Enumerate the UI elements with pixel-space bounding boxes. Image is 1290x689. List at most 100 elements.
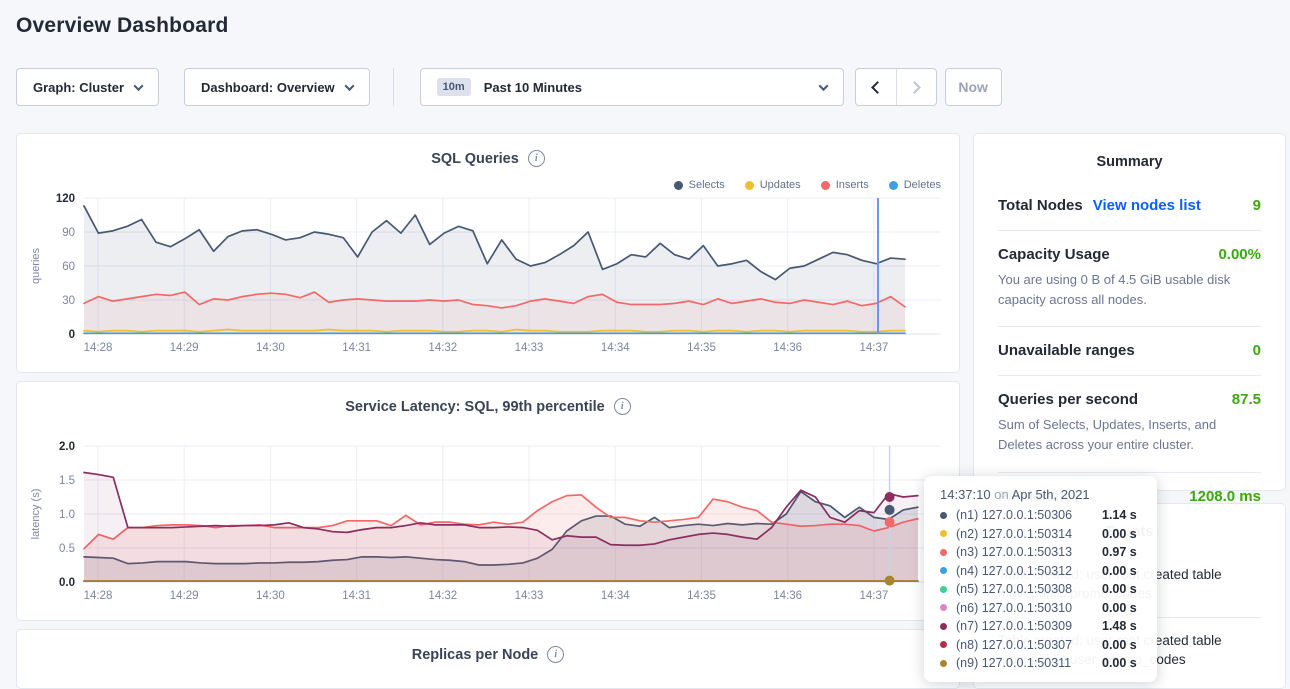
tooltip-node-value: 0.00 s [1102, 527, 1137, 541]
svg-text:0: 0 [69, 329, 75, 341]
tooltip-node-label: (n2) 127.0.0.1:50314 [956, 527, 1102, 541]
tooltip-node-value: 0.00 s [1102, 564, 1137, 578]
svg-text:14:35: 14:35 [687, 342, 716, 354]
svg-text:14:28: 14:28 [84, 342, 113, 354]
tooltip-node-row: (n1) 127.0.0.1:503061.14 s [940, 508, 1141, 522]
controls-bar: Graph: Cluster Dashboard: Overview 10m P… [16, 68, 1002, 106]
node-color-dot [940, 567, 947, 574]
charts-column: SQL Queries i SelectsUpdatesInsertsDelet… [16, 133, 960, 689]
svg-text:0.5: 0.5 [59, 543, 75, 555]
summary-value: 87.5 [1232, 391, 1261, 408]
tooltip-node-value: 0.97 s [1102, 545, 1137, 559]
tooltip-node-row: (n9) 127.0.0.1:503110.00 s [940, 656, 1141, 670]
summary-row: Queries per second87.5Sum of Selects, Up… [998, 376, 1261, 472]
node-color-dot [940, 641, 947, 648]
previous-range-button[interactable] [856, 69, 896, 105]
svg-text:1.0: 1.0 [59, 509, 75, 521]
tooltip-node-label: (n9) 127.0.0.1:50311 [956, 656, 1102, 670]
svg-text:1.5: 1.5 [59, 475, 75, 487]
svg-text:14:33: 14:33 [515, 342, 544, 354]
view-nodes-link[interactable]: View nodes list [1093, 197, 1201, 214]
summary-label: Total Nodes [998, 197, 1083, 214]
svg-text:60: 60 [62, 261, 75, 273]
tooltip-node-value: 0.00 s [1102, 656, 1137, 670]
tooltip-timestamp: 14:37:10 on Apr 5th, 2021 [940, 487, 1141, 502]
svg-text:0.0: 0.0 [59, 577, 75, 589]
time-range-badge: 10m [437, 78, 471, 96]
svg-text:14:32: 14:32 [428, 342, 457, 354]
summary-row: Total NodesView nodes list9 [998, 182, 1261, 231]
summary-row: Unavailable ranges0 [998, 327, 1261, 376]
summary-panel: Summary Total NodesView nodes list9Capac… [973, 133, 1286, 491]
tooltip-node-label: (n8) 127.0.0.1:50307 [956, 638, 1102, 652]
summary-description: You are using 0 B of 4.5 GiB usable disk… [998, 270, 1261, 310]
sql-queries-panel: SQL Queries i SelectsUpdatesInsertsDelet… [16, 133, 960, 373]
service-latency-chart[interactable]: 14:2814:2914:3014:3114:3214:3314:3414:35… [17, 430, 959, 605]
tooltip-node-row: (n7) 127.0.0.1:503091.48 s [940, 619, 1141, 633]
node-color-dot [940, 549, 947, 556]
tooltip-node-label: (n6) 127.0.0.1:50310 [956, 601, 1102, 615]
tooltip-node-value: 1.48 s [1102, 619, 1137, 633]
tooltip-node-label: (n4) 127.0.0.1:50312 [956, 564, 1102, 578]
svg-text:14:31: 14:31 [342, 342, 371, 354]
sql-queries-chart[interactable]: 14:2814:2914:3014:3114:3214:3314:3414:35… [17, 182, 959, 357]
summary-value: 0.00% [1218, 246, 1261, 263]
svg-text:14:36: 14:36 [773, 342, 802, 354]
svg-text:14:36: 14:36 [773, 590, 802, 602]
svg-text:14:34: 14:34 [601, 590, 630, 602]
summary-label: Capacity Usage [998, 246, 1110, 263]
tooltip-node-row: (n3) 127.0.0.1:503130.97 s [940, 545, 1141, 559]
svg-text:120: 120 [56, 193, 75, 205]
time-range-label: Past 10 Minutes [484, 80, 582, 95]
svg-text:queries: queries [30, 247, 42, 284]
replicas-per-node-panel: Replicas per Node i [16, 629, 960, 689]
node-color-dot [940, 604, 947, 611]
tooltip-node-label: (n1) 127.0.0.1:50306 [956, 508, 1102, 522]
page-title: Overview Dashboard [16, 14, 229, 38]
service-latency-panel: Service Latency: SQL, 99th percentile i … [16, 381, 960, 621]
now-button-label: Now [958, 79, 988, 95]
next-range-button[interactable] [896, 69, 936, 105]
chevron-left-icon [871, 81, 884, 94]
node-color-dot [940, 530, 947, 537]
summary-description: Sum of Selects, Updates, Inserts, and De… [998, 415, 1261, 455]
svg-text:14:31: 14:31 [342, 590, 371, 602]
summary-row: Capacity Usage 0.00% You are using 0 B of … [998, 231, 1261, 327]
svg-text:14:32: 14:32 [428, 590, 457, 602]
divider [393, 68, 394, 106]
svg-text:14:34: 14:34 [601, 342, 630, 354]
chevron-down-icon [134, 81, 144, 91]
tooltip-node-row: (n5) 127.0.0.1:503080.00 s [940, 582, 1141, 596]
svg-text:14:30: 14:30 [256, 590, 285, 602]
dashboard-dropdown[interactable]: Dashboard: Overview [184, 68, 370, 106]
tooltip-node-row: (n6) 127.0.0.1:503100.00 s [940, 601, 1141, 615]
svg-text:14:28: 14:28 [84, 590, 113, 602]
tooltip-node-row: (n4) 127.0.0.1:503120.00 s [940, 564, 1141, 578]
info-icon[interactable]: i [547, 646, 564, 663]
svg-text:14:35: 14:35 [687, 590, 716, 602]
svg-text:14:29: 14:29 [170, 590, 199, 602]
summary-value: 1208.0 ms [1189, 488, 1261, 505]
chevron-down-icon [818, 81, 828, 91]
svg-text:2.0: 2.0 [59, 441, 75, 453]
latency-chart-title: Service Latency: SQL, 99th percentile [345, 399, 605, 415]
tooltip-node-value: 0.00 s [1102, 582, 1137, 596]
summary-title: Summary [998, 154, 1261, 170]
node-color-dot [940, 660, 947, 667]
svg-text:14:37: 14:37 [860, 342, 889, 354]
tooltip-node-value: 0.00 s [1102, 638, 1137, 652]
svg-text:latency (s): latency (s) [30, 489, 42, 540]
time-range-dropdown[interactable]: 10m Past 10 Minutes [420, 68, 844, 106]
info-icon[interactable]: i [614, 398, 631, 415]
now-button[interactable]: Now [945, 68, 1002, 106]
summary-value: 0 [1253, 342, 1261, 359]
tooltip-node-row: (n2) 127.0.0.1:503140.00 s [940, 527, 1141, 541]
chevron-down-icon [344, 81, 354, 91]
svg-text:90: 90 [62, 227, 75, 239]
info-icon[interactable]: i [528, 150, 545, 167]
svg-text:14:29: 14:29 [170, 342, 199, 354]
graph-dropdown[interactable]: Graph: Cluster [16, 68, 159, 106]
tooltip-node-value: 1.14 s [1102, 508, 1137, 522]
tooltip-node-label: (n3) 127.0.0.1:50313 [956, 545, 1102, 559]
svg-text:30: 30 [62, 295, 75, 307]
